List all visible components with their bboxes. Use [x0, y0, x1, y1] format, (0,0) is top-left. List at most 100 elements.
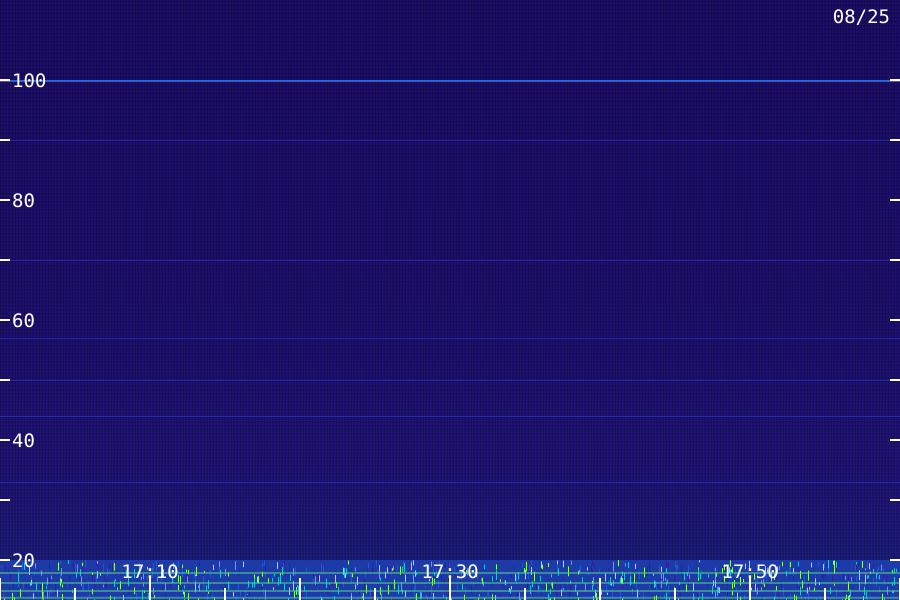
- band-speck: [886, 574, 887, 583]
- y-tick-left: [0, 439, 10, 441]
- spectrogram-svg: 100 80 60 40 20 17:10 17:30 17:50: [0, 70, 900, 600]
- band-speck: [541, 561, 542, 569]
- band-speck: [278, 576, 279, 586]
- band-speck: [557, 564, 558, 573]
- band-speck: [525, 570, 526, 580]
- band-speck: [867, 561, 868, 568]
- band-speck: [622, 584, 623, 589]
- band-speck: [851, 577, 852, 582]
- band-speck: [293, 568, 294, 576]
- band-speck: [290, 574, 291, 581]
- emission-line: [0, 140, 900, 141]
- band-speck: [243, 561, 244, 568]
- band-speck: [98, 566, 99, 570]
- band-speck: [318, 573, 319, 581]
- x-tick: [0, 578, 1, 600]
- x-tick-label: 17:30: [421, 561, 478, 583]
- emission-line: [0, 380, 900, 381]
- band-speck: [199, 560, 200, 566]
- band-speck: [184, 585, 185, 589]
- y-tick-left: [0, 259, 10, 261]
- band-speck: [868, 575, 869, 579]
- band-speck: [661, 573, 662, 579]
- y-tick-right: [890, 319, 900, 321]
- y-tick-left: [0, 499, 10, 501]
- band-speck: [109, 563, 110, 570]
- band-speck: [377, 563, 378, 569]
- band-speck: [592, 584, 593, 591]
- band-speck: [522, 562, 523, 568]
- band-speck: [219, 566, 220, 572]
- band-speck: [828, 568, 829, 576]
- band-speck: [104, 577, 105, 580]
- band-speck: [701, 569, 702, 579]
- band-speck: [865, 568, 866, 571]
- band-speck: [272, 577, 273, 582]
- band-speck: [502, 583, 503, 587]
- band-speck: [623, 570, 624, 580]
- band-speck: [103, 564, 104, 570]
- band-speck: [62, 584, 63, 588]
- band-speck: [580, 565, 581, 572]
- band-speck: [51, 575, 52, 580]
- band-speck: [636, 580, 637, 588]
- band-speck: [1, 565, 2, 568]
- band-speck: [295, 567, 296, 577]
- band-speck: [790, 561, 791, 567]
- band-speck: [798, 561, 799, 567]
- y-tick-label: 60: [12, 310, 35, 332]
- band-speck: [513, 566, 514, 570]
- band-speck: [597, 584, 598, 590]
- band-speck: [73, 563, 74, 571]
- x-tick: [824, 588, 826, 600]
- band-speck: [758, 584, 759, 591]
- band-speck: [233, 592, 234, 597]
- emission-line: [0, 338, 900, 339]
- band-speck: [229, 584, 230, 591]
- band-speck: [548, 562, 549, 567]
- band-speck: [665, 577, 666, 581]
- band-speck: [351, 567, 352, 572]
- band-speck: [388, 584, 389, 595]
- band-speck: [676, 565, 677, 573]
- band-speck: [248, 580, 249, 588]
- band-speck: [368, 563, 369, 569]
- band-speck: [116, 587, 117, 590]
- band-speck: [607, 592, 608, 595]
- band-speck: [403, 560, 404, 569]
- x-tick: [299, 578, 301, 600]
- band-speck: [858, 562, 859, 566]
- band-speck: [613, 561, 614, 572]
- band-speck: [809, 586, 810, 590]
- band-speck: [715, 573, 716, 581]
- band-speck: [881, 564, 882, 571]
- band-speck: [610, 577, 611, 586]
- band-speck: [675, 561, 676, 568]
- band-speck: [429, 591, 430, 598]
- band-speck: [105, 584, 106, 588]
- band-speck: [746, 585, 747, 589]
- band-speck: [363, 593, 364, 600]
- band-speck: [398, 584, 399, 595]
- band-speck: [321, 563, 322, 573]
- band-speck: [689, 574, 690, 580]
- band-speck: [306, 567, 307, 573]
- band-speck: [198, 585, 199, 589]
- band-speck: [301, 593, 302, 600]
- band-speck: [793, 568, 794, 573]
- band-speck: [519, 592, 520, 600]
- band-speck: [391, 568, 392, 576]
- y-tick-label: 40: [12, 430, 35, 452]
- band-speck: [649, 562, 650, 573]
- band-speck: [97, 561, 98, 564]
- band-speck: [668, 562, 669, 567]
- band-speck: [832, 575, 833, 581]
- band-speck: [596, 592, 597, 600]
- band-speck: [808, 592, 809, 600]
- band-speck: [879, 575, 880, 580]
- y-tick-right: [890, 439, 900, 441]
- band-speck: [605, 573, 606, 582]
- band-speck: [647, 566, 648, 576]
- band-speck: [397, 565, 398, 571]
- band-speck: [643, 592, 644, 600]
